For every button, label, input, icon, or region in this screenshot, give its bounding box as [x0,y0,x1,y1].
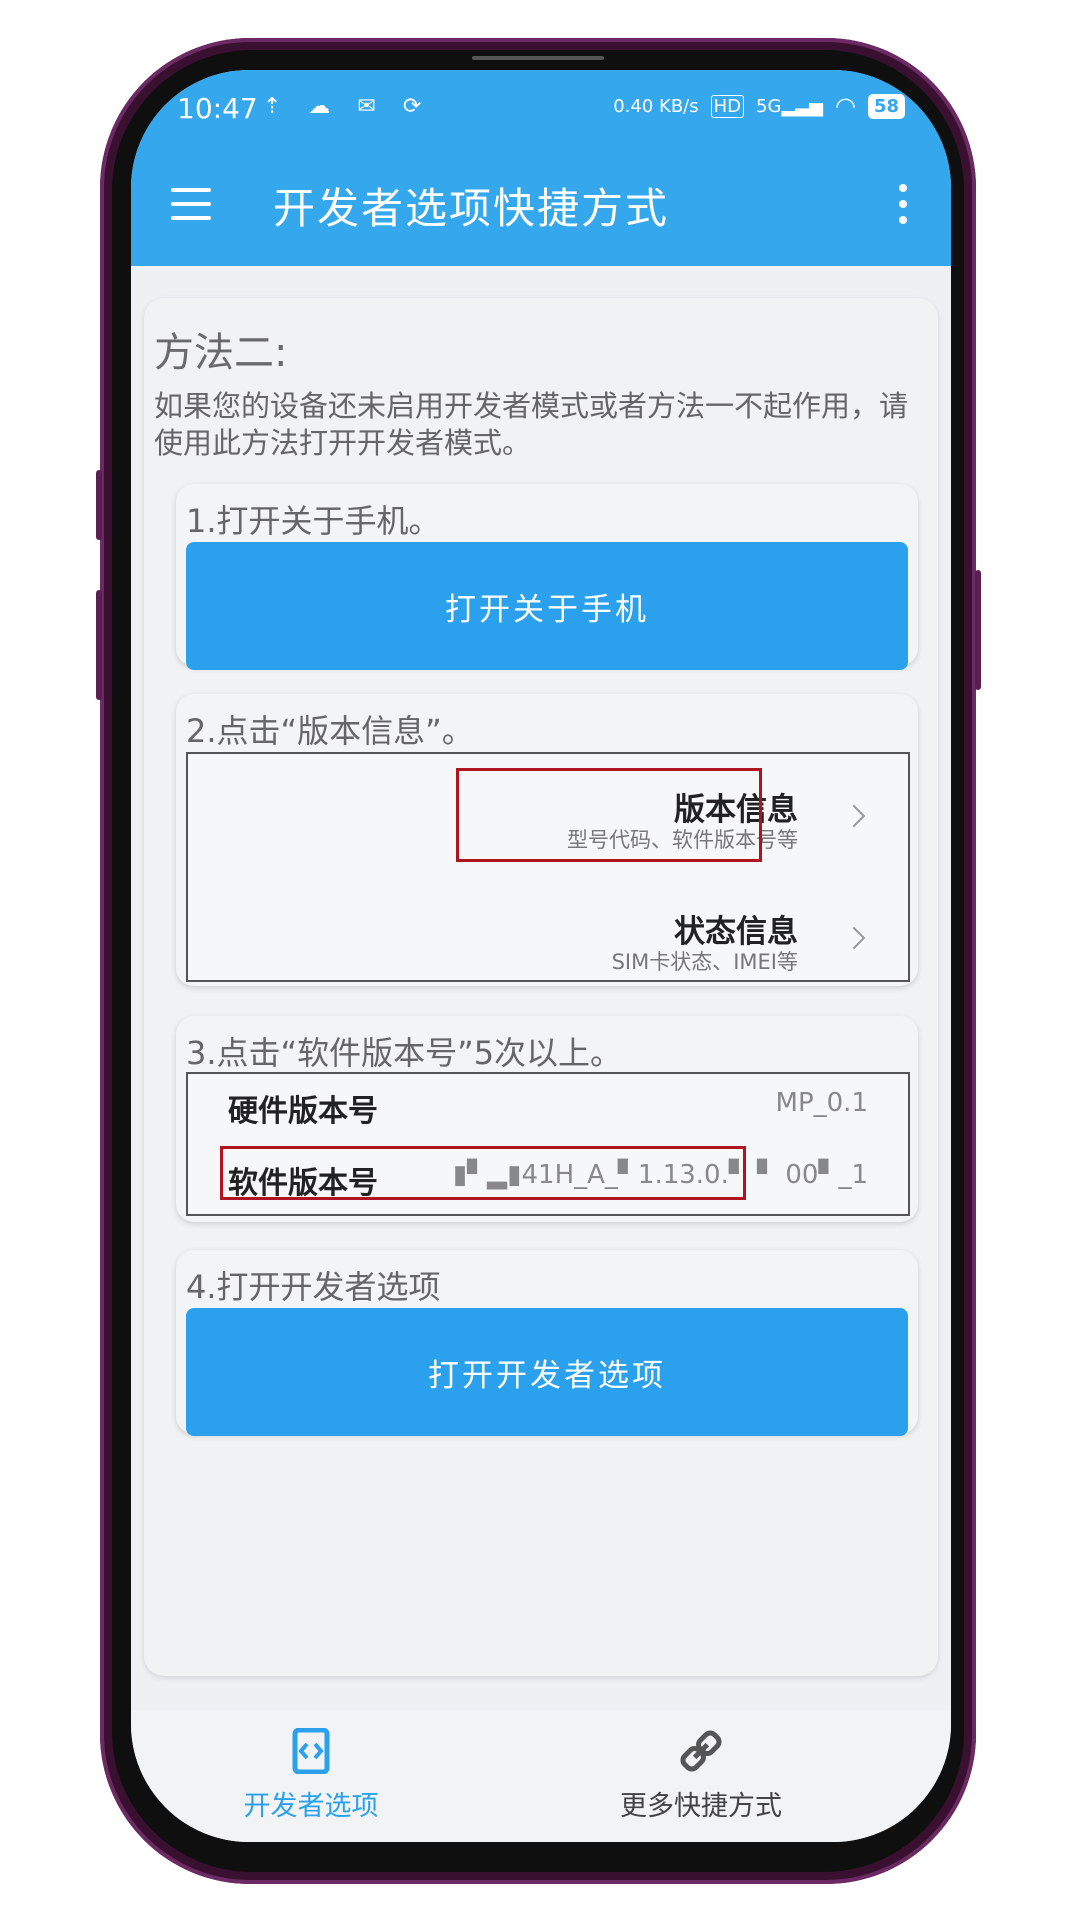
bottom-navigation: 开发者选项 更多快捷方式 [131,1710,951,1842]
step-1-title: 1.打开关于手机。 [186,502,441,540]
speaker-grille [472,56,604,60]
status-info-subtitle: SIM卡状态、IMEI等 [611,950,798,974]
more-options-icon[interactable] [899,184,907,232]
step-2-title: 2.点击“版本信息”。 [186,712,474,750]
nav-label: 更多快捷方式 [620,1791,782,1822]
status-right: 0.40 KB/s HD 5G▂▃▅ ◠ 58 [613,92,905,120]
chevron-right-icon [842,804,866,828]
open-about-phone-button[interactable]: 打开关于手机 [186,542,908,670]
nav-more-shortcuts[interactable]: 更多快捷方式 [551,1710,851,1842]
hamburger-menu-icon[interactable] [171,188,211,220]
notification-icons: ⇡ ☁ ✉ ⟳ [263,94,432,119]
top-app-bar: 10:47 ⇡ ☁ ✉ ⟳ 0.40 KB/s HD 5G▂▃▅ ◠ 58 开发… [131,70,951,266]
step-3-card: 3.点击“软件版本号”5次以上。 硬件版本号 MP_0.1 软件版本号 ▮▘▂▮… [176,1016,918,1222]
highlight-box [456,768,762,862]
about-phone-screenshot: 版本信息 型号代码、软件版本号等 状态信息 SIM卡状态、IMEI等 [186,752,910,982]
open-developer-options-button[interactable]: 打开开发者选项 [186,1308,908,1436]
nav-label: 开发者选项 [243,1791,379,1822]
volume-up-button [96,470,102,540]
step-3-title: 3.点击“软件版本号”5次以上。 [186,1034,623,1072]
signal-icon: 5G▂▃▅ [756,95,823,117]
wifi-icon: ◠ [834,92,856,120]
network-speed: 0.40 KB/s [613,95,699,117]
network-type: 5G [756,95,782,117]
hd-icon: HD [710,94,745,118]
method-title: 方法二: [154,330,288,376]
hardware-version-value: MP_0.1 [775,1088,868,1118]
nav-developer-options[interactable]: 开发者选项 [161,1710,461,1842]
screen: 10:47 ⇡ ☁ ✉ ⟳ 0.40 KB/s HD 5G▂▃▅ ◠ 58 开发… [131,70,951,1842]
highlight-box [220,1146,746,1200]
step-4-title: 4.打开开发者选项 [186,1268,441,1306]
power-button [975,570,981,690]
method-description: 如果您的设备还未启用开发者模式或者方法一不起作用，请使用此方法打开开发者模式。 [154,389,909,460]
chevron-right-icon [842,926,866,950]
step-4-card: 4.打开开发者选项 打开开发者选项 [176,1250,918,1436]
step-2-card: 2.点击“版本信息”。 版本信息 型号代码、软件版本号等 状态信息 SIM卡状态… [176,694,918,986]
link-icon [680,1730,722,1772]
method-card: 方法二: 如果您的设备还未启用开发者模式或者方法一不起作用，请使用此方法打开开发… [144,298,938,1676]
developer-options-icon [292,1728,330,1774]
build-number-screenshot: 硬件版本号 MP_0.1 软件版本号 ▮▘▂▮41H_A_▘1.13.0.▘ ▘… [186,1072,910,1216]
hardware-version-label: 硬件版本号 [228,1094,378,1129]
volume-down-button [96,590,102,700]
battery-icon: 58 [867,93,905,119]
status-bar: 10:47 ⇡ ☁ ✉ ⟳ 0.40 KB/s HD 5G▂▃▅ ◠ 58 [131,70,951,150]
step-1-card: 1.打开关于手机。 打开关于手机 [176,484,918,670]
status-info-title: 状态信息 [674,914,798,950]
app-title: 开发者选项快捷方式 [273,184,670,233]
status-time: 10:47 [177,92,258,125]
